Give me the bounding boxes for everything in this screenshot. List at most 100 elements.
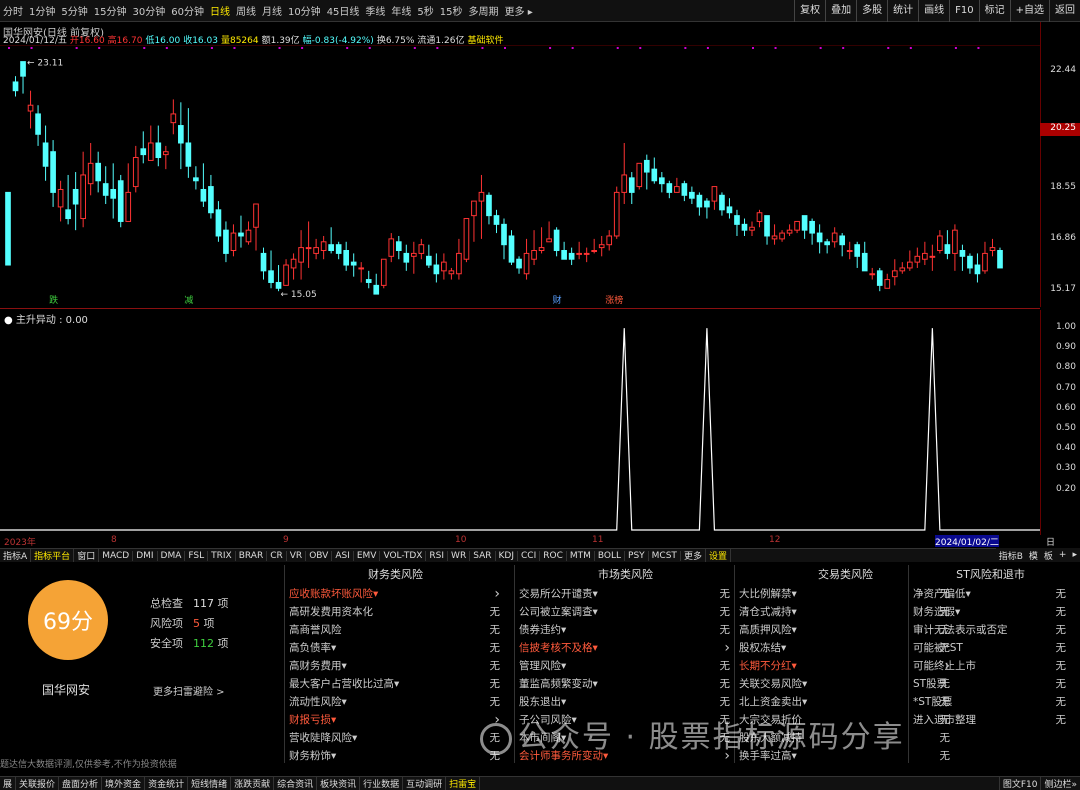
timeframe-tab[interactable]: 10分钟 [285,3,324,18]
timeframe-tab[interactable]: 15分钟 [91,3,130,18]
toolbar-button[interactable]: 画线 [918,0,949,22]
bottom-right-tab[interactable]: 图文F10 [998,776,1041,790]
bottom-right-tab[interactable]: 侧边栏» [1040,776,1080,790]
toolbar-button[interactable]: 标记 [978,0,1010,22]
indicator-tab[interactable]: MTM [567,550,595,561]
risk-item[interactable]: 高财务费用▾ 无 [285,657,506,675]
risk-item[interactable]: 可能终止上市 无 [909,657,1072,675]
risk-item[interactable]: 营收陡降风险▾ 无 [285,729,506,747]
timeframe-tab[interactable]: 45日线 [324,3,363,18]
risk-item[interactable]: 净资产偏低▾ 无 [909,585,1072,603]
bottom-tab[interactable]: 互动调研 [403,777,447,790]
indicator-tab[interactable]: WR [448,550,471,561]
indicator-right-tab[interactable]: ▸ [1069,550,1080,560]
risk-item[interactable]: 高负债率▾ 无 [285,639,506,657]
indicator-right-tab[interactable]: 板 [1041,549,1056,562]
event-marker[interactable]: 财 [553,294,562,305]
risk-item[interactable]: 管理风险▾ 无 [515,657,736,675]
candlestick-chart[interactable]: ← 23.11 ← 15.05 跌 减 财 涨榜 [0,45,1040,305]
indicator-tab[interactable]: KDJ [496,550,518,561]
risk-item[interactable]: 最大客户占营收比过高▾ 无 [285,675,506,693]
indicator-tab[interactable]: ASI [332,550,354,561]
bottom-tab[interactable]: 板块资讯 [317,777,361,790]
toolbar-button[interactable]: 返回 [1049,0,1080,22]
risk-item[interactable]: 高商誉风险 无 [285,621,506,639]
timeframe-tab[interactable]: 月线 [259,3,285,18]
indicator-tab[interactable]: 更多 [681,549,706,562]
indicator-right-tab[interactable]: 指标B [996,549,1026,562]
toolbar-button[interactable]: 多股 [856,0,887,22]
event-marker[interactable]: 跌 [49,295,58,305]
bottom-tab[interactable]: 资金统计 [145,777,189,790]
bottom-tab[interactable]: 关联报价 [16,777,60,790]
timeframe-tab[interactable]: 5秒 [414,3,436,18]
risk-item[interactable]: 高研发费用资本化 无 [285,603,506,621]
indicator-tab[interactable]: VOL-TDX [380,550,427,561]
timeframe-tab[interactable]: 更多 ▸ [502,3,536,18]
indicator-right-tab[interactable]: 模 [1026,549,1041,562]
indicator-tab[interactable]: OBV [306,550,333,561]
bottom-tab[interactable]: 行业数据 [360,777,404,790]
timeframe-tab[interactable]: 60分钟 [168,3,207,18]
bottom-tab[interactable]: 涨跌贡献 [231,777,275,790]
timeframe-tab[interactable]: 15秒 [437,3,466,18]
toolbar-button[interactable]: F10 [949,0,978,22]
indicator-tab[interactable]: EMV [354,550,381,561]
timeframe-tab[interactable]: 30分钟 [129,3,168,18]
indicator-chart[interactable] [0,310,1040,535]
timeframe-tab[interactable]: 5分钟 [58,3,90,18]
indicator-tab[interactable]: BRAR [236,550,268,561]
indicator-tab[interactable]: SAR [470,550,496,561]
indicator-tab[interactable]: MACD [99,550,134,561]
risk-item[interactable]: ST股票 无 [909,675,1072,693]
indicator-tab[interactable]: ROC [540,550,567,561]
indicator-tab[interactable]: 窗口 [74,549,100,562]
indicator-tab[interactable]: 设置 [706,549,731,562]
toolbar-button[interactable]: +自选 [1009,0,1049,22]
bottom-tab[interactable]: 扫雷宝 [446,777,481,790]
bottom-tab[interactable]: 展 [0,777,17,790]
toolbar-button[interactable]: 统计 [887,0,918,22]
timeframe-tab[interactable]: 季线 [362,3,388,18]
indicator-tab[interactable]: DMI [133,550,158,561]
indicator-right-tab[interactable]: + [1056,550,1070,560]
indicator-tab[interactable]: CR [267,550,287,561]
indicator-tab[interactable]: 指标A [0,549,32,562]
risk-item[interactable]: 流动性风险▾ 无 [285,693,506,711]
risk-item[interactable]: 财报亏损▾ › [285,711,506,729]
event-marker[interactable]: 减 [184,294,193,305]
timeframe-tab[interactable]: 周线 [233,3,259,18]
indicator-tab[interactable]: FSL [185,550,209,561]
risk-item[interactable]: 财务造假▾ 无 [909,603,1072,621]
risk-item[interactable]: 股东退出▾ 无 [515,693,736,711]
risk-item[interactable]: 董监高频繁变动▾ 无 [515,675,736,693]
more-scan-link[interactable]: 更多扫雷避险 > [153,683,225,698]
indicator-tab[interactable]: CCI [518,550,541,561]
risk-item[interactable]: 公司被立案调查▾ 无 [515,603,736,621]
bottom-tab[interactable]: 综合资讯 [274,777,318,790]
risk-item[interactable]: 审计无法表示或否定 无 [909,621,1072,639]
risk-item[interactable]: 应收账款坏账风险▾ › [285,585,506,603]
indicator-tab[interactable]: 指标平台 [31,549,75,562]
risk-item[interactable]: 信披考核不及格▾ › [515,639,736,657]
risk-item[interactable]: 交易所公开谴责▾ 无 [515,585,736,603]
risk-item[interactable]: 财务粉饰▾ 无 [285,747,506,765]
timeframe-tab[interactable]: 分时 [0,3,26,18]
bottom-tab[interactable]: 盘面分析 [59,777,103,790]
event-marker[interactable]: 涨榜 [605,294,623,305]
bottom-tab[interactable]: 境外资金 [102,777,146,790]
risk-item[interactable]: 债券违约▾ 无 [515,621,736,639]
timeframe-tab[interactable]: 1分钟 [26,3,58,18]
indicator-tab[interactable]: BOLL [595,550,626,561]
risk-item[interactable]: 进入退市整理 无 [909,711,1072,729]
risk-item[interactable]: *ST股票 无 [909,693,1072,711]
indicator-tab[interactable]: MCST [649,550,681,561]
indicator-tab[interactable]: VR [287,550,307,561]
toolbar-button[interactable]: 叠加 [825,0,856,22]
bottom-tab[interactable]: 短线情绪 [188,777,232,790]
indicator-tab[interactable]: DMA [158,550,186,561]
timeframe-tab[interactable]: 日线 [207,3,233,18]
timeframe-tab[interactable]: 多周期 [466,3,502,18]
indicator-tab[interactable]: PSY [625,550,649,561]
indicator-tab[interactable]: TRIX [208,550,236,561]
